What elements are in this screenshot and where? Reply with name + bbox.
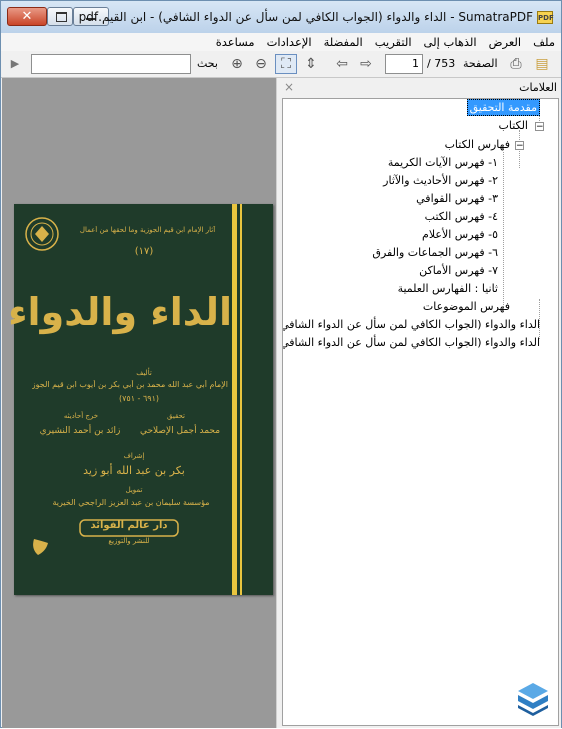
- menu-help[interactable]: مساعدة: [210, 33, 261, 51]
- menu-bar: ملف العرض الذهاب إلى التقريب المفضلة الإ…: [1, 33, 561, 51]
- collapse-icon[interactable]: −: [535, 122, 544, 132]
- zoom-in-icon[interactable]: ⊕: [227, 54, 247, 74]
- prev-page-icon[interactable]: ⇦: [332, 54, 352, 74]
- bookmark-item[interactable]: الداء والدواء (الجواب الكافي لمن سأل عن …: [283, 317, 540, 332]
- page-total: / 753: [427, 57, 456, 70]
- cover-dates: (٦٩١ - ٧٥١): [118, 394, 159, 403]
- maximize-button[interactable]: [47, 7, 73, 26]
- cover-hadith-label: خرج أحاديثه: [63, 412, 99, 420]
- search-field[interactable]: [32, 55, 186, 73]
- document-view[interactable]: آثار الإمام ابن قيم الجوزية وما لحقها من…: [2, 78, 276, 728]
- content-area: آثار الإمام ابن قيم الجوزية وما لحقها من…: [1, 78, 561, 729]
- cover-supervisor-label: إشراف: [123, 452, 145, 460]
- cover-title: الداء والدواء: [8, 290, 232, 334]
- page-label: الصفحة: [463, 57, 498, 70]
- bookmark-item[interactable]: ثانيا : الفهارس العلمية: [398, 281, 498, 296]
- open-file-icon[interactable]: ▤: [532, 54, 552, 74]
- maximize-icon: [56, 12, 67, 22]
- bookmarks-sidebar: × العلامات مقدمة التحقيق − الكتاب − فهار…: [280, 78, 561, 728]
- title-bar: ✕ SumatraPDF - الداء والدواء (الجواب الك…: [1, 1, 561, 33]
- app-window: ✕ SumatraPDF - الداء والدواء (الجواب الك…: [0, 0, 562, 728]
- close-icon: ✕: [21, 9, 33, 24]
- sidebar-title: العلامات: [519, 81, 557, 94]
- next-page-icon[interactable]: ⇨: [356, 54, 376, 74]
- close-button[interactable]: ✕: [7, 7, 47, 26]
- cover-publisher: دار عالم الفوائد: [90, 520, 168, 531]
- cover-funding: مؤسسة سليمان بن عبد العزيز الراجحي الخير…: [52, 498, 210, 507]
- bookmarks-tree: مقدمة التحقيق − الكتاب − فهارس الكتاب ١-…: [282, 98, 559, 726]
- cover-series: آثار الإمام ابن قيم الجوزية وما لحقها من…: [79, 226, 216, 234]
- menu-favorites[interactable]: المفضلة: [318, 33, 369, 51]
- print-icon[interactable]: ⎙: [506, 54, 526, 74]
- find-next-icon[interactable]: ▶: [5, 54, 25, 74]
- bookmark-item[interactable]: فهارس الكتاب: [445, 137, 510, 152]
- menu-settings[interactable]: الإعدادات: [261, 33, 318, 51]
- cover-number: (١٧): [134, 246, 154, 257]
- zoom-out-icon[interactable]: ⊖: [251, 54, 271, 74]
- bookmark-item[interactable]: ٢- فهرس الأحاديث والآثار: [383, 173, 498, 188]
- menu-zoom[interactable]: التقريب: [369, 33, 418, 51]
- toolbar: ▶ بحث ⊕ ⊖ ⛶ ⇕ ⇦ ⇨ 1 / 753 الصفحة ⎙ ▤: [1, 51, 561, 78]
- cover-supervisor: بكر بن عبد الله أبو زيد: [83, 464, 185, 477]
- fit-page-icon[interactable]: ⛶: [275, 54, 297, 74]
- page-input[interactable]: 1: [385, 54, 423, 74]
- fit-width-icon[interactable]: ⇕: [301, 54, 321, 74]
- menu-view[interactable]: العرض: [483, 33, 528, 51]
- bookmark-item[interactable]: ٣- فهرس القوافي: [416, 191, 498, 206]
- app-icon: PDF: [537, 11, 554, 24]
- bookmark-item[interactable]: ٦- فهرس الجماعات والفرق: [372, 245, 498, 260]
- cover-funding-label: تمويل: [125, 486, 143, 494]
- cover-publisher-sub: للنشر والتوزيع: [108, 537, 150, 545]
- bookmark-item[interactable]: ١- فهرس الآيات الكريمة: [388, 155, 498, 170]
- cover-hadith: زائد بن أحمد النشيري: [39, 426, 121, 436]
- bookmark-item[interactable]: الداء والدواء (الجواب الكافي لمن سأل عن …: [283, 335, 540, 350]
- book-cover: آثار الإمام ابن قيم الجوزية وما لحقها من…: [8, 204, 273, 595]
- bookmark-item[interactable]: مقدمة التحقيق: [466, 99, 540, 116]
- menu-goto[interactable]: الذهاب إلى: [418, 33, 483, 51]
- cover-editor-label: تحقيق: [167, 412, 185, 420]
- tray-logo-icon: [518, 683, 548, 716]
- bookmark-item[interactable]: ٥- فهرس الأعلام: [422, 227, 498, 242]
- bookmark-item[interactable]: ٧- فهرس الأماكن: [419, 263, 498, 278]
- cover-author-label: تأليف: [136, 369, 152, 377]
- cover-author: الإمام أبي عبد الله محمد بن أبي بكر بن أ…: [32, 380, 228, 389]
- bookmark-item[interactable]: فهرس الموضوعات: [423, 299, 510, 314]
- collapse-icon[interactable]: −: [515, 141, 524, 151]
- window-title: SumatraPDF - الداء والدواء (الجواب الكاف…: [78, 10, 533, 24]
- tree-line: [503, 152, 504, 307]
- search-label: بحث: [197, 57, 218, 70]
- bookmark-item[interactable]: ٤- فهرس الكتب: [425, 209, 498, 224]
- bookmark-item[interactable]: الكتاب: [498, 118, 528, 133]
- sidebar-header: × العلامات: [280, 78, 561, 98]
- search-input[interactable]: [31, 54, 191, 74]
- sidebar-close-icon[interactable]: ×: [284, 80, 294, 94]
- cover-editor: محمد أجمل الإصلاحي: [139, 426, 221, 436]
- menu-file[interactable]: ملف: [527, 33, 561, 51]
